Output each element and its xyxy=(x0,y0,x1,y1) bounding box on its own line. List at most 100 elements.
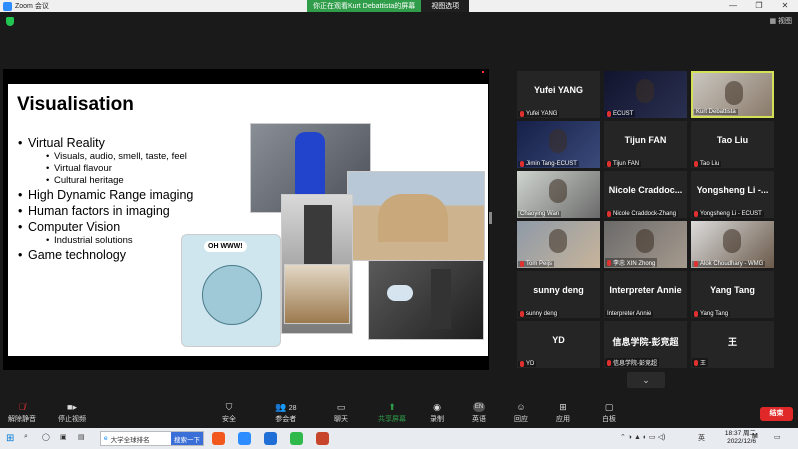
search-taskbar-icon[interactable]: ⌕ xyxy=(24,433,28,441)
zoom-taskbar-icon[interactable] xyxy=(238,432,251,445)
view-button[interactable]: ▦ 视图 xyxy=(769,16,792,26)
participant-name: 李忠 XIN Zhong xyxy=(613,261,656,267)
participant-tile[interactable]: YD YD xyxy=(517,321,600,368)
participant-name-large: Yufei YANG xyxy=(533,85,584,95)
close-button[interactable]: ✕ xyxy=(772,0,798,12)
participant-tile[interactable]: Tom Peijs xyxy=(517,221,600,268)
file-explorer-icon[interactable]: ▤ xyxy=(78,433,85,441)
participant-tile[interactable]: Yufei YANG Yufei YANG xyxy=(517,71,600,118)
participant-tile[interactable]: Yongsheng Li -... Yongsheng Li - ECUST xyxy=(691,171,774,218)
windows-start-icon[interactable]: ⊞ xyxy=(6,433,14,444)
mic-muted-icon xyxy=(520,361,524,367)
participant-tile[interactable]: Chaoying Wan xyxy=(517,171,600,218)
task-view-icon[interactable]: ◯ xyxy=(42,433,50,441)
interpretation-button[interactable]: EN 英语 xyxy=(472,402,486,424)
powerpoint-icon[interactable] xyxy=(316,432,329,445)
participant-tile[interactable]: Tijun FAN Tijun FAN xyxy=(604,121,687,168)
participant-name-large: Tijun FAN xyxy=(624,135,667,145)
wechat-icon[interactable] xyxy=(290,432,303,445)
mic-muted-icon xyxy=(607,259,611,266)
participant-tile[interactable]: Alok Choudhary - WMG xyxy=(691,221,774,268)
participant-tile[interactable]: Jimin Tang-ECUST xyxy=(517,121,600,168)
participant-tile[interactable]: 王王 xyxy=(691,321,774,368)
participant-name: sunny deng xyxy=(526,311,558,317)
view-button-label: 视图 xyxy=(778,18,792,25)
reactions-button[interactable]: ☺ 回应 xyxy=(514,402,528,424)
chat-button[interactable]: ▭ 聊天 xyxy=(334,402,348,424)
participant-tile[interactable]: Tao Liu Tao Liu xyxy=(691,121,774,168)
participant-name: Jimin Tang-ECUST xyxy=(526,161,577,167)
mic-muted-icon xyxy=(607,211,611,217)
mic-muted-icon xyxy=(607,161,611,167)
participant-name: Tao Liu xyxy=(700,161,720,167)
participant-tile[interactable]: Nicole Craddoc... Nicole Craddock-Zhang xyxy=(604,171,687,218)
participant-name-large: 信息学院-彭竞超 xyxy=(612,337,679,347)
window-title: Zoom 会议 xyxy=(15,3,49,10)
app-icon-orange[interactable] xyxy=(212,432,225,445)
participant-name-large: 王 xyxy=(727,337,737,347)
stop-video-button[interactable]: ■▸ 停止视频 xyxy=(58,402,86,424)
participant-tile[interactable]: sunny deng sunny deng xyxy=(517,271,600,318)
zoom-app-icon[interactable] xyxy=(264,432,277,445)
mic-muted-icon xyxy=(694,359,698,366)
participant-tile[interactable]: 李忠 XIN Zhong xyxy=(604,221,687,268)
participants-button[interactable]: 👥 28 参会者 xyxy=(275,402,297,424)
participant-label: Yufei YANG xyxy=(518,111,560,117)
blue-figure xyxy=(295,132,325,202)
notification-center-icon[interactable]: ▭ xyxy=(774,433,781,441)
participant-video xyxy=(636,79,654,103)
record-button[interactable]: ◉ 录制 xyxy=(430,402,444,424)
notification-icon[interactable]: M xyxy=(752,433,758,440)
participant-name: ECUST xyxy=(613,111,634,117)
sub-bullet: Industrial solutions xyxy=(46,235,193,246)
meeting-toolbar: 🎙̸ 解除静音 ■▸ 停止视频 ⛉ 安全 👥 28 参会者 ▭ 聊天 ⬆ 共享屏幕 ◉ 录制 … xyxy=(0,398,798,428)
security-button[interactable]: ⛉ 安全 xyxy=(222,402,236,424)
participant-tile[interactable]: Kurt Debattista xyxy=(691,71,774,118)
participant-name: 信息学院-彭竞超 xyxy=(613,361,657,367)
view-options-button[interactable]: 视图选项 xyxy=(421,0,470,12)
chat-label: 聊天 xyxy=(334,416,348,423)
bullet: Human factors in imaging xyxy=(18,204,193,218)
participant-tile[interactable]: Interpreter Annie Interpreter Annie xyxy=(604,271,687,318)
vr-screen xyxy=(387,285,413,301)
church-photo xyxy=(347,171,485,261)
unmute-button[interactable]: 🎙̸ 解除静音 xyxy=(8,402,36,424)
participant-tile[interactable]: Yang Tang Yang Tang xyxy=(691,271,774,318)
participant-label: Jimin Tang-ECUST xyxy=(518,161,579,167)
participant-name: YD xyxy=(526,361,535,367)
participant-video xyxy=(549,229,567,253)
mic-muted-icon xyxy=(520,261,524,267)
participant-name: Nicole Craddock-Zhang xyxy=(613,211,677,217)
participant-label: 王 xyxy=(692,358,709,367)
apps-icon: ⊞ xyxy=(559,402,567,412)
people-icon: 👥 28 xyxy=(275,402,297,412)
stop-video-label: 停止视频 xyxy=(58,416,86,423)
multitask-icon[interactable]: ▣ xyxy=(60,433,67,441)
share-screen-button[interactable]: ⬆ 共享屏幕 xyxy=(378,402,406,424)
participant-video xyxy=(549,129,567,153)
share-label: 共享屏幕 xyxy=(378,416,406,423)
maximize-button[interactable]: ❐ xyxy=(746,0,772,12)
search-go-button[interactable]: 搜索一下 xyxy=(171,432,203,445)
participants-count: 28 xyxy=(288,405,297,412)
tray-icons[interactable]: ⌃ ◑ ▲ ◐ ▭ ◁) xyxy=(620,433,665,441)
chevron-down-icon[interactable]: ⌄ xyxy=(627,372,665,388)
participant-tile[interactable]: ECUST xyxy=(604,71,687,118)
panel-resize-handle[interactable] xyxy=(489,212,492,224)
end-meeting-button[interactable]: 结束 xyxy=(760,407,793,421)
participant-label: sunny deng xyxy=(518,311,560,317)
whiteboard-button[interactable]: ▢ 白板 xyxy=(602,402,616,424)
participant-tile[interactable]: 信息学院-彭竞超 信息学院-彭竞超 xyxy=(604,321,687,368)
minimize-button[interactable]: — xyxy=(720,0,746,12)
participant-name: Yufei YANG xyxy=(526,111,558,117)
participant-label: Tijun FAN xyxy=(605,161,642,167)
participant-name-large: Tao Liu xyxy=(716,135,749,145)
encryption-shield-icon[interactable] xyxy=(6,17,14,26)
participant-label: Alok Choudhary - WMG xyxy=(692,261,766,267)
driver-figure xyxy=(431,269,451,329)
mic-muted-icon: 🎙̸ xyxy=(18,402,26,412)
mic-muted-icon xyxy=(520,111,524,117)
apps-button[interactable]: ⊞ 应用 xyxy=(556,402,570,424)
input-language[interactable]: 英 xyxy=(698,433,705,443)
taskbar-search[interactable]: e 大学全球排名 搜索一下 xyxy=(100,431,204,446)
